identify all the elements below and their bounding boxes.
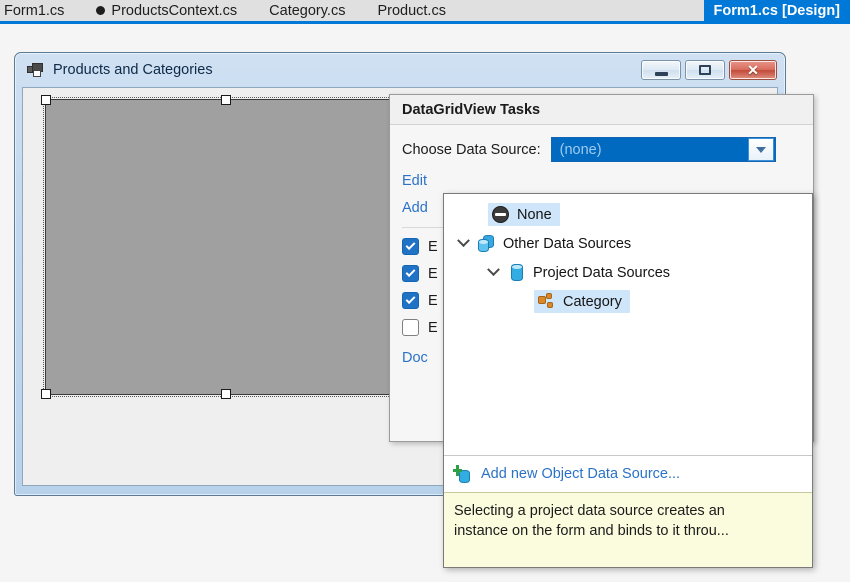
tab-category-cs[interactable]: Category.cs xyxy=(253,0,361,21)
enable-deleting-checkbox[interactable] xyxy=(402,292,419,309)
tab-label: Form1.cs xyxy=(4,3,64,19)
data-source-dropdown-list: None Other Data Sources xyxy=(443,193,813,568)
tree-item-label: None xyxy=(517,207,552,223)
tasks-panel-header: DataGridView Tasks xyxy=(390,95,813,125)
enable-column-reordering-checkbox[interactable] xyxy=(402,319,419,336)
maximize-icon xyxy=(699,65,711,75)
add-new-object-data-source-label: Add new Object Data Source... xyxy=(481,466,680,482)
form-title: Products and Categories xyxy=(53,62,213,78)
tab-product-cs[interactable]: Product.cs xyxy=(361,0,462,21)
designer-surface: Products and Categories ✕ xyxy=(0,27,850,582)
resize-handle-bottom-left[interactable] xyxy=(41,389,51,399)
form-window-icon xyxy=(27,63,44,78)
enable-adding-checkbox[interactable] xyxy=(402,238,419,255)
window-controls: ✕ xyxy=(641,60,777,80)
datagridview-control[interactable] xyxy=(41,95,411,399)
data-source-combobox[interactable]: (none) xyxy=(551,137,776,162)
minimize-icon xyxy=(655,72,668,76)
project-data-sources-icon xyxy=(507,263,526,282)
enable-editing-label: E xyxy=(428,266,438,282)
data-source-tree: None Other Data Sources xyxy=(444,194,812,455)
tab-label: Form1.cs [Design] xyxy=(714,3,841,19)
tooltip-line-1: Selecting a project data source creates … xyxy=(454,501,802,521)
none-icon xyxy=(491,205,510,224)
tree-item-label: Category xyxy=(563,294,622,310)
tree-item-project-data-sources[interactable]: Project Data Sources xyxy=(444,258,812,287)
choose-data-source-label: Choose Data Source: xyxy=(402,142,541,158)
combobox-dropdown-button[interactable] xyxy=(748,138,774,161)
add-data-source-icon xyxy=(453,465,472,484)
tree-item-category[interactable]: Category xyxy=(444,287,812,316)
tree-item-other-data-sources[interactable]: Other Data Sources xyxy=(444,229,812,258)
add-new-object-data-source-item[interactable]: Add new Object Data Source... xyxy=(444,456,812,492)
vs-designer-screenshot: Form1.cs ProductsContext.cs Category.cs … xyxy=(0,0,850,582)
unsaved-changes-dot-icon xyxy=(96,6,105,15)
check-icon xyxy=(406,294,416,304)
resize-handle-bottom-center[interactable] xyxy=(221,389,231,399)
tooltip-line-2: instance on the form and binds to it thr… xyxy=(454,521,802,541)
close-icon: ✕ xyxy=(747,63,759,77)
tab-form1-cs[interactable]: Form1.cs xyxy=(0,0,80,21)
form-title-bar: Products and Categories ✕ xyxy=(15,53,785,87)
enable-deleting-label: E xyxy=(428,293,438,309)
tab-label: Category.cs xyxy=(269,3,345,19)
editor-tab-strip: Form1.cs ProductsContext.cs Category.cs … xyxy=(0,0,850,24)
tree-item-label: Other Data Sources xyxy=(503,236,631,252)
tab-productscontext-cs[interactable]: ProductsContext.cs xyxy=(80,0,253,21)
edit-columns-link[interactable]: Edit xyxy=(402,173,801,189)
resize-handle-top-left[interactable] xyxy=(41,95,51,105)
minimize-button[interactable] xyxy=(641,60,681,80)
tab-label: Product.cs xyxy=(377,3,446,19)
enable-column-reordering-label: E xyxy=(428,320,438,336)
tree-item-label: Project Data Sources xyxy=(533,265,670,281)
datagridview-surface[interactable] xyxy=(45,99,407,395)
tab-form1-cs-design[interactable]: Form1.cs [Design] xyxy=(704,0,850,21)
tree-item-none[interactable]: None xyxy=(444,200,812,229)
expander-expanded-icon[interactable] xyxy=(452,239,474,248)
class-icon xyxy=(537,292,556,311)
close-button[interactable]: ✕ xyxy=(729,60,777,80)
choose-data-source-row: Choose Data Source: (none) xyxy=(402,137,801,162)
maximize-button[interactable] xyxy=(685,60,725,80)
data-source-value: (none) xyxy=(552,142,748,158)
tab-label: ProductsContext.cs xyxy=(111,3,237,19)
enable-editing-checkbox[interactable] xyxy=(402,265,419,282)
resize-handle-top-center[interactable] xyxy=(221,95,231,105)
dropdown-tooltip: Selecting a project data source creates … xyxy=(444,492,812,567)
check-icon xyxy=(406,240,416,250)
chevron-down-icon xyxy=(756,147,766,153)
check-icon xyxy=(406,267,416,277)
other-data-sources-icon xyxy=(477,234,496,253)
enable-adding-label: E xyxy=(428,239,438,255)
expander-expanded-icon[interactable] xyxy=(482,268,504,277)
